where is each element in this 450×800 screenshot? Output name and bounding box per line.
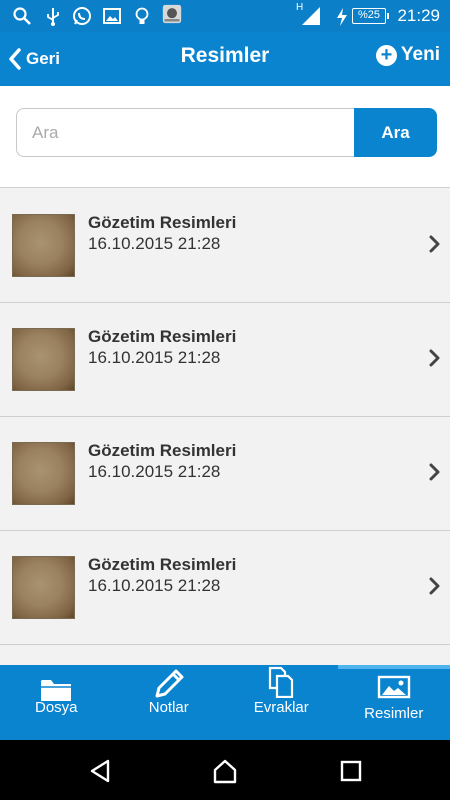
status-bar: H %25 21:29	[0, 0, 450, 32]
battery-level: %25	[352, 8, 389, 24]
recents-nav-icon[interactable]	[340, 760, 362, 782]
home-nav-icon[interactable]	[212, 758, 238, 784]
tab-dosya[interactable]: Dosya	[0, 665, 113, 740]
tab-label: Notlar	[148, 699, 189, 716]
tab-label: Resimler	[364, 705, 424, 722]
chevron-right-icon	[429, 349, 440, 367]
search-input[interactable]	[16, 108, 356, 157]
tab-resimler[interactable]: Resimler	[337, 665, 450, 740]
chevron-right-icon	[429, 463, 440, 481]
tab-label: Dosya	[34, 699, 78, 716]
bulb-icon	[135, 7, 149, 24]
thumbnail-image	[12, 556, 75, 619]
list-item[interactable]: Gözetim Resimleri 16.10.2015 21:28	[0, 303, 450, 417]
back-nav-icon[interactable]	[88, 758, 112, 784]
app-icon	[162, 4, 182, 24]
item-date: 16.10.2015 21:28	[88, 576, 221, 595]
chevron-right-icon	[429, 577, 440, 595]
thumbnail-image	[12, 214, 75, 277]
list-item[interactable]: Gözetim Resimleri 16.10.2015 21:28	[0, 531, 450, 645]
list-item[interactable]: Gözetim Resimleri 16.10.2015 21:28	[0, 417, 450, 531]
list-item[interactable]: Gözetim Resimleri 16.10.2015 21:28	[0, 189, 450, 303]
item-date: 16.10.2015 21:28	[88, 348, 221, 367]
item-title: Gözetim Resimleri	[88, 213, 237, 232]
thumbnail-image	[12, 442, 75, 505]
plus-circle-icon: +	[375, 44, 397, 66]
system-nav-bar	[0, 740, 450, 800]
search-button[interactable]: Ara	[354, 108, 437, 157]
thumbnail-image	[12, 328, 75, 391]
new-button[interactable]: + Yeni	[375, 44, 440, 66]
search-icon	[13, 7, 31, 25]
image-list: Gözetim Resimleri 16.10.2015 21:28 Gözet…	[0, 189, 450, 645]
clock: 21:29	[397, 6, 440, 25]
item-title: Gözetim Resimleri	[88, 555, 237, 574]
new-label: Yeni	[400, 44, 440, 65]
tab-evraklar[interactable]: Evraklar	[225, 665, 338, 740]
charging-icon	[337, 8, 347, 26]
item-date: 16.10.2015 21:28	[88, 462, 221, 481]
signal-icon	[302, 7, 320, 25]
app-bar: Geri Resimler + Yeni	[0, 32, 450, 86]
image-icon	[103, 8, 121, 24]
tab-notlar[interactable]: Notlar	[113, 665, 226, 740]
whatsapp-icon	[73, 7, 91, 25]
picture-icon	[377, 675, 410, 699]
pencil-icon	[155, 669, 184, 698]
item-title: Gözetim Resimleri	[88, 327, 237, 346]
tab-label: Evraklar	[253, 699, 309, 716]
bottom-tab-bar: Dosya Notlar Evraklar Resimler	[0, 665, 450, 740]
documents-icon	[269, 666, 294, 698]
item-date: 16.10.2015 21:28	[88, 234, 221, 253]
item-title: Gözetim Resimleri	[88, 441, 237, 460]
usb-icon	[47, 8, 59, 26]
chevron-right-icon	[429, 235, 440, 253]
search-bar: Ara	[0, 86, 450, 188]
